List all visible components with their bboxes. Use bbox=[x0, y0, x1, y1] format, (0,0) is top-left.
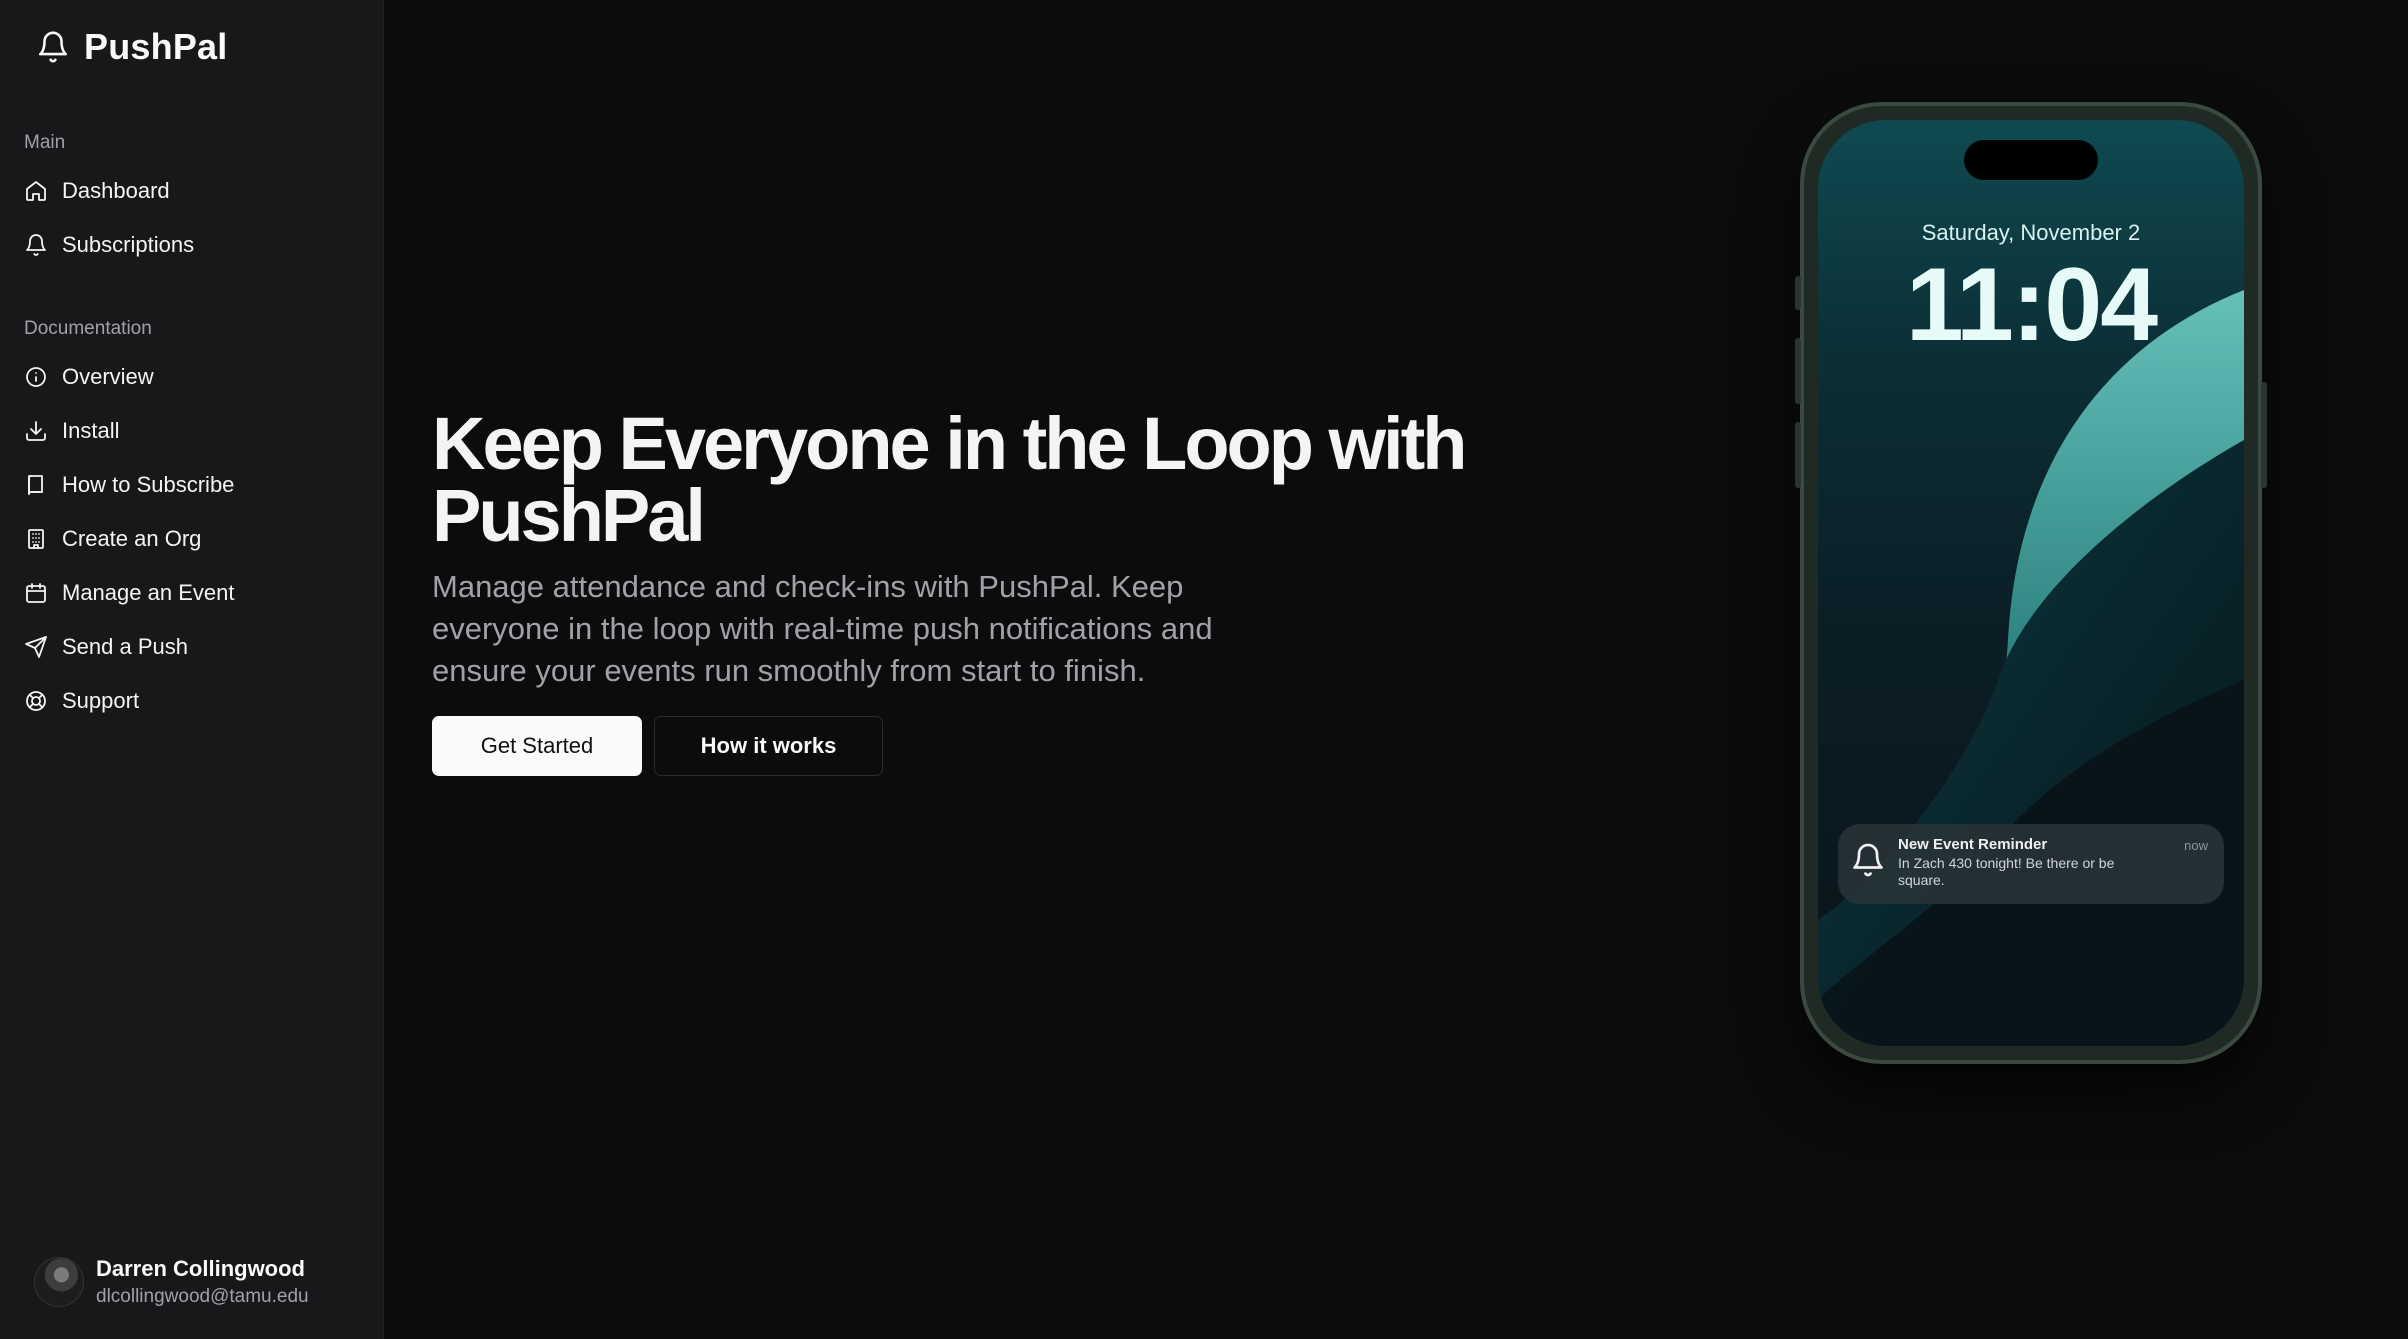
hero-subtitle: Manage attendance and check-ins with Pus… bbox=[432, 569, 1213, 688]
push-notification: New Event Reminder In Zach 430 tonight! … bbox=[1838, 824, 2224, 904]
how-it-works-button[interactable]: How it works bbox=[654, 716, 883, 776]
group-label-main: Main bbox=[24, 132, 66, 153]
info-icon bbox=[26, 367, 46, 387]
sidebar: PushPal Main Dashboard Subscriptions Doc… bbox=[0, 0, 384, 1339]
user-name: Darren Collingwood bbox=[96, 1256, 305, 1281]
sidebar-item-support[interactable]: Support bbox=[24, 678, 364, 724]
group-label-documentation: Documentation bbox=[24, 318, 152, 339]
phone-volume-up-button bbox=[1795, 338, 1801, 404]
phone-action-button bbox=[1795, 276, 1801, 310]
dynamic-island bbox=[1964, 140, 2098, 180]
avatar bbox=[34, 1257, 84, 1307]
get-started-button[interactable]: Get Started bbox=[432, 716, 642, 776]
bell-icon bbox=[38, 31, 68, 63]
sidebar-item-install[interactable]: Install bbox=[24, 408, 364, 454]
user-email: dlcollingwood@tamu.edu bbox=[96, 1286, 309, 1307]
sidebar-item-manage-an-event[interactable]: Manage an Event bbox=[24, 570, 364, 616]
phone-mockup: Saturday, November 2 11:04 New Event Rem… bbox=[1795, 102, 2267, 1064]
phone-volume-down-button bbox=[1795, 422, 1801, 488]
building-icon bbox=[28, 529, 44, 549]
notification-time: now bbox=[2184, 838, 2208, 853]
sidebar-item-overview[interactable]: Overview bbox=[24, 354, 364, 400]
sidebar-item-label: Install bbox=[62, 418, 120, 443]
book-icon bbox=[28, 475, 43, 495]
sidebar-item-label: Overview bbox=[62, 364, 154, 389]
phone-power-button bbox=[2261, 382, 2267, 488]
sidebar-item-label: Send a Push bbox=[62, 634, 188, 659]
brand-name: PushPal bbox=[84, 26, 228, 67]
bell-icon bbox=[1853, 843, 1883, 877]
sidebar-item-how-to-subscribe[interactable]: How to Subscribe bbox=[24, 462, 364, 508]
send-icon bbox=[25, 636, 47, 658]
home-icon bbox=[26, 181, 46, 201]
notification-text: In Zach 430 tonight! Be there or be squa… bbox=[1898, 855, 2115, 888]
sidebar-item-label: Manage an Event bbox=[62, 580, 235, 605]
sidebar-item-send-a-push[interactable]: Send a Push bbox=[24, 624, 364, 670]
lock-screen-time: 11:04 bbox=[1905, 247, 2158, 363]
lock-screen-date: Saturday, November 2 bbox=[1921, 220, 2141, 245]
notification-title: New Event Reminder bbox=[1898, 836, 2048, 853]
bell-icon bbox=[26, 234, 46, 256]
phone-screen: Saturday, November 2 11:04 New Event Rem… bbox=[1818, 120, 2244, 1046]
sidebar-item-label: Support bbox=[62, 688, 140, 713]
sidebar-item-subscriptions[interactable]: Subscriptions bbox=[24, 222, 364, 268]
brand[interactable]: PushPal bbox=[36, 26, 227, 68]
sidebar-item-create-an-org[interactable]: Create an Org bbox=[24, 516, 364, 562]
sidebar-item-label: Dashboard bbox=[62, 178, 170, 203]
hero-title: Keep Everyone in the Loop with PushPal bbox=[432, 402, 1467, 557]
lifebuoy-icon bbox=[26, 691, 46, 711]
sidebar-item-label: How to Subscribe bbox=[62, 472, 235, 497]
sidebar-item-dashboard[interactable]: Dashboard bbox=[24, 168, 364, 214]
download-icon bbox=[26, 421, 46, 441]
calendar-icon bbox=[26, 583, 46, 603]
sidebar-item-label: Create an Org bbox=[62, 526, 202, 551]
user-profile[interactable]: Darren Collingwood dlcollingwood@tamu.ed… bbox=[34, 1256, 309, 1308]
sidebar-item-label: Subscriptions bbox=[62, 232, 195, 257]
